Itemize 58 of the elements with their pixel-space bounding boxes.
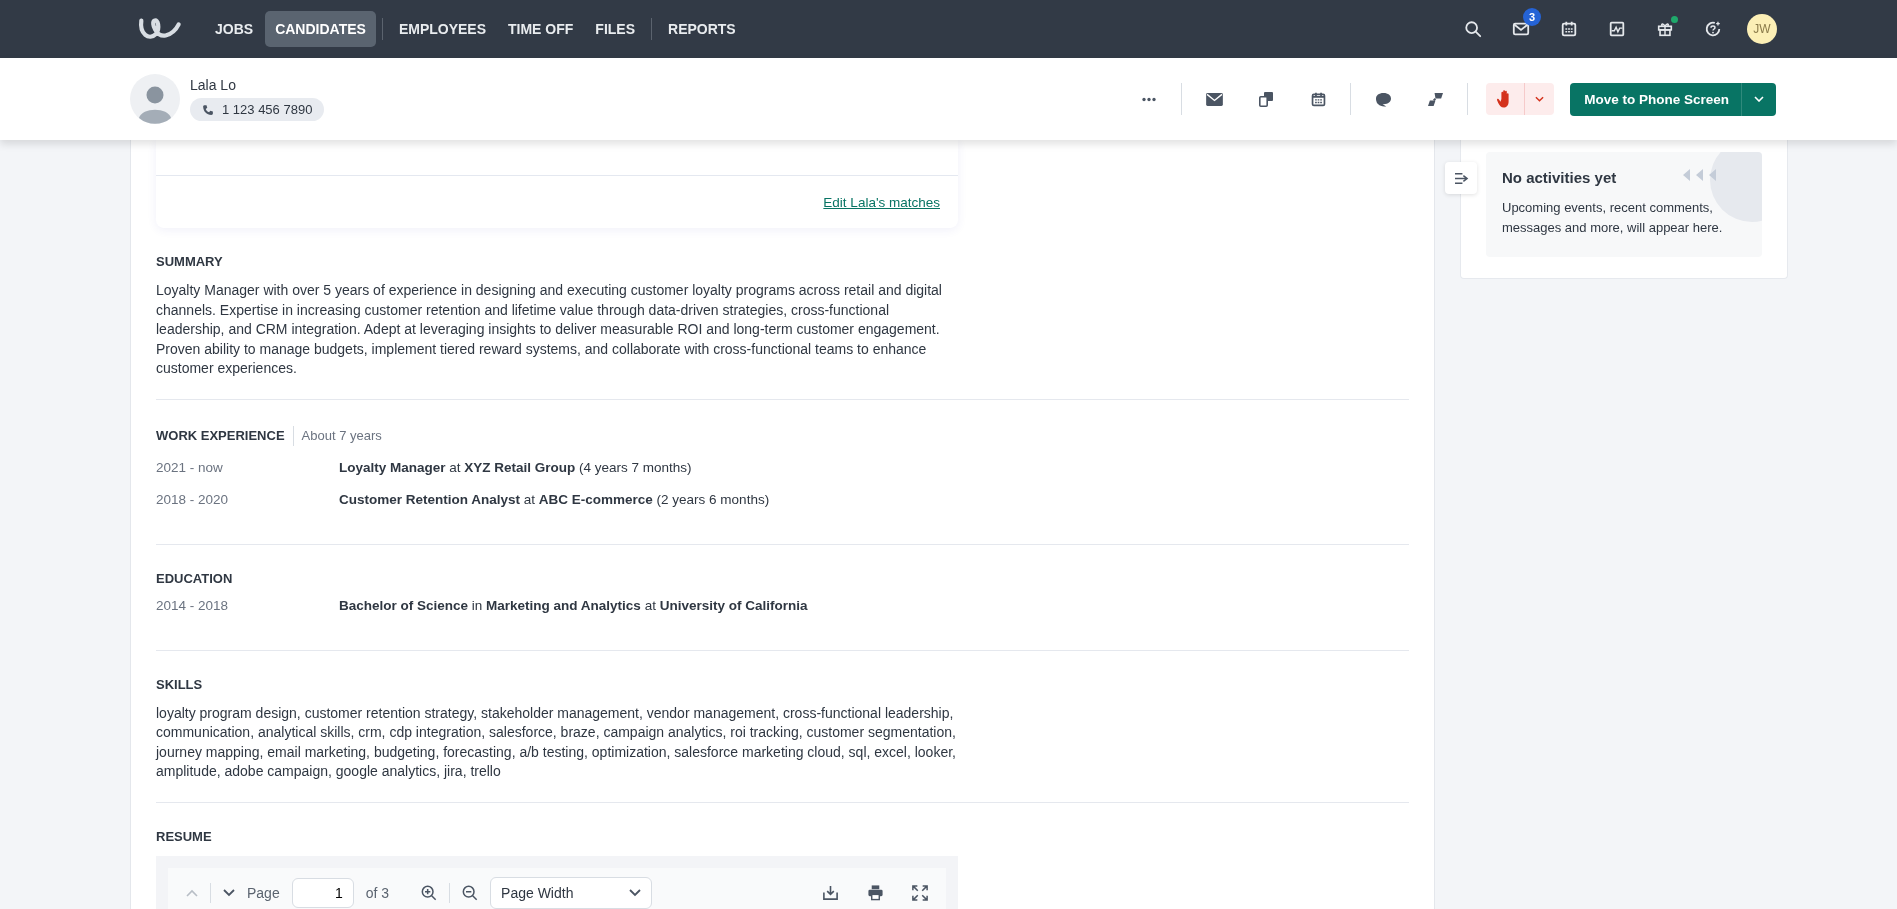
section-heading: SUMMARY — [156, 254, 224, 269]
section-heading: EDUCATION — [156, 570, 234, 586]
date-range: 2018 - 2020 — [156, 491, 230, 507]
empty-state-text: Upcoming events, recent comments, messages and more, will appear here. — [1502, 199, 1724, 237]
caret-icon — [1535, 96, 1545, 102]
avatar-icon — [130, 74, 180, 124]
caret-icon — [629, 888, 642, 897]
mail-icon[interactable] — [1512, 20, 1530, 38]
education-entry: Bachelor of Science in Marketing and Analytics at University of California — [339, 597, 808, 613]
print-icon[interactable] — [867, 884, 884, 901]
comment-icon[interactable] — [1374, 91, 1392, 107]
calendar-icon[interactable] — [1560, 20, 1578, 38]
section-heading: SKILLS — [156, 676, 204, 692]
nav-tab[interactable]: JOBS — [205, 11, 264, 47]
skills-text: loyalty program design, customer retention strategy, stakeholder management, vendor management, cross-functional leadership, communication, analytical skills, crm, cdp integration, salesforce, braze, campaign analytics, roi tracking, customer segmentation, journey mapping, email marketing, budgeting, forecasting, a/b testing, optimization, salesforce marketing cloud, sql, excel, looker, amplitude, adobe campaign, google analytics, jira, trello — [156, 703, 956, 781]
nav-tab[interactable]: CANDIDATES — [265, 11, 376, 47]
download-icon[interactable] — [822, 884, 839, 901]
page-label: Page — [247, 884, 280, 901]
copy-icon[interactable] — [1258, 91, 1275, 107]
empty-state-title: No activities yet — [1502, 169, 1618, 186]
fullscreen-icon[interactable] — [912, 884, 928, 901]
notification-badge: 3 — [1523, 8, 1541, 26]
zoom-select[interactable]: Page Width — [490, 876, 653, 909]
gift-icon[interactable] — [1656, 20, 1674, 38]
collapse-icon — [1453, 171, 1469, 185]
summary-text: Loyalty Manager with over 5 years of experience in designing and executing customer loyalty programs across retail and digital channels. Expertise in increasing customer retention and lifetime value through data-driven strategies, cross-functional leadership, and CRM integration. Adept at leveraging insights to deliver measurable ROI and long-term customer engagement. Proven ability to manage budgets, implement tiered reward systems, and collaborate with cross-functional teams to enhance customer experiences. — [156, 281, 943, 378]
nav-tab[interactable]: REPORTS — [658, 11, 746, 47]
help-icon[interactable] — [1704, 20, 1722, 38]
chevron-down-icon[interactable] — [223, 888, 235, 897]
move-stage-button[interactable]: Move to Phone Screen — [1570, 82, 1776, 116]
reject-split-button[interactable] — [1486, 83, 1555, 115]
candidate-name: Lala Lo — [190, 77, 237, 93]
nav-tab[interactable]: TIME OFF — [498, 11, 584, 47]
link-icon[interactable] — [1426, 91, 1444, 107]
zoom-in-icon[interactable] — [421, 884, 438, 901]
nav-tab[interactable]: EMPLOYEES — [388, 11, 496, 47]
job-entry: Loyalty Manager at XYZ Retail Group (4 years 7 months) — [339, 459, 692, 475]
section-heading: RESUME — [156, 828, 213, 844]
calendar-icon[interactable] — [1309, 90, 1327, 108]
section-heading: WORK EXPERIENCE — [156, 428, 285, 443]
search-icon[interactable] — [1464, 20, 1482, 38]
collapse-button[interactable] — [1445, 162, 1477, 194]
phone-chip[interactable]: 1 123 456 7890 — [190, 98, 325, 121]
chart-icon[interactable] — [1608, 20, 1626, 38]
zoom-out-icon[interactable] — [462, 884, 479, 901]
job-entry: Customer Retention Analyst at ABC E-commerce (2 years 6 months) — [339, 491, 770, 507]
date-range: 2021 - now — [156, 459, 224, 475]
nav-tab[interactable]: FILES — [585, 11, 645, 47]
phone-icon — [202, 103, 214, 116]
experience-duration: About 7 years — [301, 428, 382, 443]
mail-icon[interactable] — [1205, 92, 1223, 106]
page-count: of 3 — [365, 884, 390, 901]
more-icon[interactable] — [1141, 96, 1158, 102]
edit-matches-link[interactable]: Edit Lala's matches — [823, 194, 940, 210]
date-range: 2014 - 2018 — [156, 597, 230, 613]
page-input[interactable]: 1 — [291, 877, 354, 908]
caret-icon — [1754, 96, 1764, 102]
user-avatar[interactable]: JW — [1747, 14, 1777, 44]
